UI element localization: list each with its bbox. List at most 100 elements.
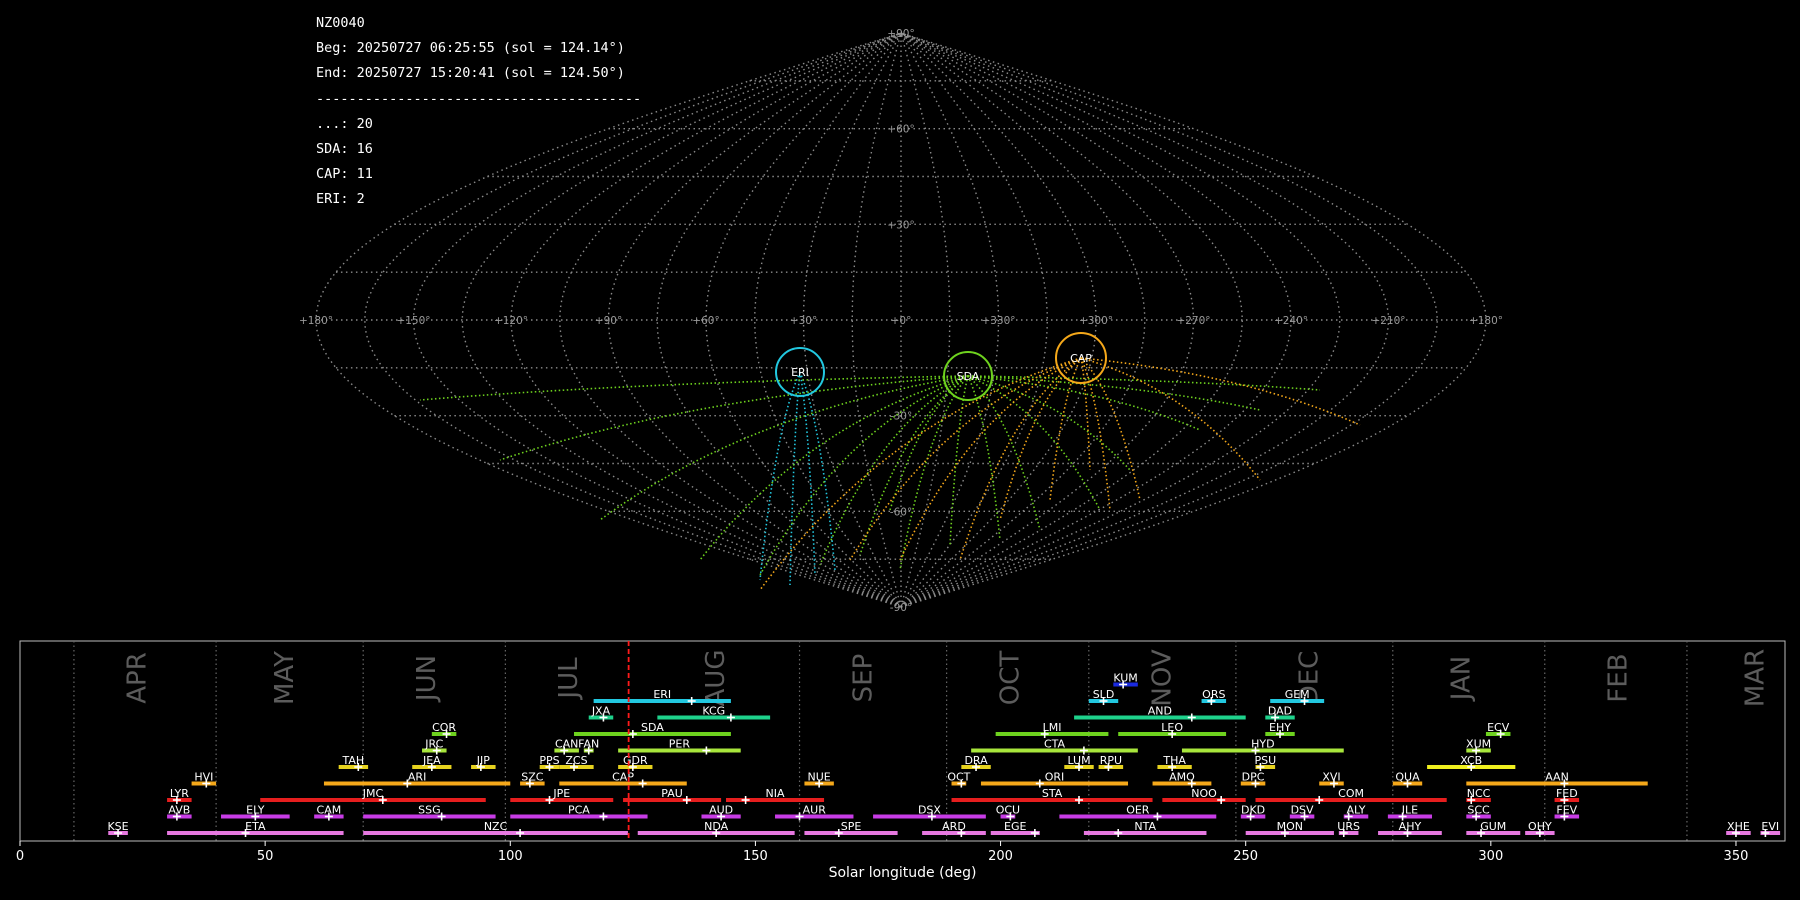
month-label: SEP <box>848 654 878 703</box>
shower-label: URS <box>1337 820 1360 833</box>
x-tick-label: 100 <box>498 849 523 864</box>
meteor-trail <box>1080 357 1261 481</box>
shower-label: ARI <box>408 771 426 784</box>
longitude-label: +180° <box>299 315 333 327</box>
radiant-label-cap: CAP <box>1070 352 1092 365</box>
shower-label: XCB <box>1460 754 1482 767</box>
latitude-label: -90° <box>890 602 912 614</box>
longitude-label: +150° <box>396 315 430 327</box>
shower-label: AMO <box>1169 771 1195 784</box>
radiant-label-sda: SDA <box>957 370 980 383</box>
meteor-trail <box>1049 357 1082 501</box>
shower-label: ILE <box>1402 804 1418 817</box>
shower-label: KSE <box>107 820 128 833</box>
month-label: OCT <box>995 651 1025 706</box>
shower-label: CAM <box>317 804 342 817</box>
longitude-label: +300° <box>1079 315 1113 327</box>
shower-label: NIA <box>766 787 785 800</box>
shower-label: NDA <box>704 820 729 833</box>
shower-label: LEO <box>1161 721 1183 734</box>
shower-label: PCA <box>568 804 590 817</box>
latitude-label: -60° <box>890 506 912 518</box>
shower-label: SDA <box>641 721 664 734</box>
meteor-trail <box>967 375 1041 531</box>
longitude-label: +30° <box>790 315 817 327</box>
shower-label: HVI <box>194 771 213 784</box>
shower-label: COM <box>1338 787 1364 800</box>
sky-map: +180° +150° +120° +90° +60° +30° +0° +330° +300°… <box>299 28 1503 614</box>
shower-label: THA <box>1162 754 1186 767</box>
shower-label: SCC <box>1467 804 1490 817</box>
latitude-label: +60° <box>887 124 914 136</box>
meteor-trail <box>967 375 1131 471</box>
radiant-label-eri: ERI <box>791 366 809 379</box>
x-tick-label: 200 <box>988 849 1013 864</box>
month-label: APR <box>123 652 153 704</box>
latitude-label: +90° <box>887 28 914 40</box>
shower-label: CAP <box>612 771 634 784</box>
shower-label: JMC <box>362 787 384 800</box>
shower-label: DAD <box>1268 705 1292 718</box>
shower-label: NOO <box>1191 787 1217 800</box>
longitude-label: +90° <box>595 315 622 327</box>
x-tick-label: 250 <box>1233 849 1258 864</box>
latitude-label: +30° <box>887 219 914 231</box>
shower-label: PAU <box>661 787 683 800</box>
shower-label: ETA <box>245 820 266 833</box>
month-label: FEB <box>1603 653 1633 702</box>
x-tick-label: 300 <box>1478 849 1503 864</box>
shower-timeline: APR MAY JUN JUL AUG SEP OCT NOV DEC JAN FEB MARKUME… <box>16 640 1786 881</box>
shower-label: ZCS <box>565 754 587 767</box>
meridian-line <box>364 32 902 608</box>
shower-label: DPC <box>1242 771 1265 784</box>
shower-label: DRA <box>964 754 988 767</box>
shower-label: ORI <box>1045 771 1065 784</box>
shower-label: XHE <box>1727 820 1750 833</box>
month-label: NOV <box>1147 649 1177 706</box>
shower-label: ARD <box>942 820 966 833</box>
shower-label: EVI <box>1761 820 1779 833</box>
longitude-label: +330° <box>981 315 1015 327</box>
shower-label: NZC <box>484 820 508 833</box>
meteor-trail <box>1080 357 1141 501</box>
shower-label: OCT <box>947 771 970 784</box>
shower-label: XUM <box>1466 738 1491 751</box>
shower-label: ERI <box>653 688 671 701</box>
shower-label: FED <box>1556 787 1578 800</box>
shower-label: ECV <box>1487 721 1510 734</box>
shower-label: NTA <box>1134 820 1156 833</box>
shower-label: JXA <box>591 705 611 718</box>
shower-label: NUE <box>808 771 831 784</box>
month-label: JUN <box>412 655 442 703</box>
shower-label: SSG <box>418 804 441 817</box>
longitude-label: +270° <box>1176 315 1210 327</box>
shower-label: JPE <box>552 787 570 800</box>
meteor-trail <box>967 375 1261 411</box>
longitude-label: +0° <box>891 315 912 327</box>
x-tick-label: 0 <box>16 849 24 864</box>
shower-label: DSX <box>918 804 941 817</box>
meteor-trail <box>1080 357 1111 511</box>
shower-label: GUM <box>1480 820 1506 833</box>
meteor-trail <box>959 357 1082 561</box>
meteor-trail <box>799 371 836 571</box>
shower-label: SPE <box>841 820 862 833</box>
shower-label: EHY <box>1269 721 1291 734</box>
longitude-label: +240° <box>1274 315 1308 327</box>
shower-label: OER <box>1126 804 1150 817</box>
shower-label: KCG <box>702 705 725 718</box>
meteor-trail <box>799 371 816 576</box>
month-label: AUG <box>701 650 731 707</box>
shower-label: CTA <box>1044 738 1066 751</box>
shower-label: XVI <box>1322 771 1340 784</box>
shower-label: LMI <box>1043 721 1062 734</box>
shower-label: PPS <box>539 754 559 767</box>
shower-label: JIP <box>476 754 490 767</box>
shower-label: FAN <box>578 738 599 751</box>
meteor-trail <box>1080 357 1091 471</box>
meteor-trail <box>1080 357 1361 426</box>
shower-label: STA <box>1042 787 1063 800</box>
longitude-label: +180° <box>1469 315 1503 327</box>
shower-label: SZC <box>521 771 544 784</box>
shower-label: NCC <box>1467 787 1491 800</box>
